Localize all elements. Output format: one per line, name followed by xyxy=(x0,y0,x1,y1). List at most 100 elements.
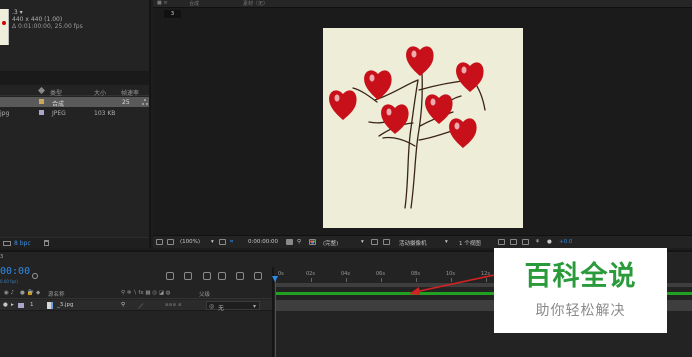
monitor-icon[interactable] xyxy=(167,239,174,245)
viewer-tab-bar: ■ ≡ 合成 素材（无） xyxy=(153,0,692,8)
shy-layers-icon[interactable] xyxy=(203,272,211,280)
item-type: JPEG xyxy=(52,110,66,117)
viewer-footer-bar: (100%) ▾ ⌗ 0:00:00:00 ⚲ (完整) ▾ 活动摄像机 ▾ 1… xyxy=(153,235,692,248)
column-size[interactable]: 大小 xyxy=(94,88,106,97)
interpret-footage-icon[interactable] xyxy=(3,241,11,246)
label-column-icon[interactable] xyxy=(37,86,46,95)
column-number: # xyxy=(29,290,34,296)
switches-icon[interactable]: ⚲ ✲ ∖ fx ▦ ◎ ◪ ◍ xyxy=(121,290,171,296)
project-item-comp[interactable]: 合成 25 xyxy=(0,97,149,108)
snapshot-icon[interactable] xyxy=(286,239,293,245)
resolution-dropdown[interactable]: (完整) xyxy=(323,239,338,247)
camera-dropdown[interactable]: 活动摄像机 xyxy=(399,239,427,247)
show-snapshot-icon[interactable]: ⚲ xyxy=(297,239,301,245)
layer-name[interactable]: _3.jpg xyxy=(57,302,74,308)
project-search-input[interactable] xyxy=(0,71,149,85)
region-of-interest-icon[interactable] xyxy=(371,239,378,245)
parent-dropdown[interactable]: ◎ 无 ▾ xyxy=(206,301,260,312)
watermark-logo: 百科全说 助你轻松解决 xyxy=(494,248,667,333)
fast-preview-icon[interactable] xyxy=(510,239,517,245)
comp-duration: Δ 0:01:00:00, 25.00 fps xyxy=(12,23,83,30)
item-name: jpg xyxy=(0,110,10,117)
playhead-handle[interactable] xyxy=(272,276,278,282)
comp-breadcrumb[interactable]: 3 xyxy=(164,10,181,18)
column-parent[interactable]: 父级 xyxy=(199,290,210,298)
layer-column-header: ◉ ♪ ● 🔒 ◆ # 源名称 ⚲ ✲ ∖ fx ▦ ◎ ◪ ◍ 父级 xyxy=(0,288,272,299)
visibility-icon[interactable]: ● xyxy=(3,302,8,308)
comp-name[interactable]: .3 ▾ xyxy=(12,9,23,16)
color-channels-icon[interactable] xyxy=(309,239,316,245)
viewer-timecode[interactable]: 0:00:00:00 xyxy=(248,239,278,245)
viewer-tab-comp[interactable]: 合成 xyxy=(189,0,199,7)
project-column-header: 类型 大小 帧速率 xyxy=(0,86,149,97)
column-source-name[interactable]: 源名称 xyxy=(48,290,65,298)
tick-mark xyxy=(381,278,382,282)
timeline-tab[interactable]: 3 xyxy=(0,254,3,260)
exposure-value[interactable]: +0.0 xyxy=(559,239,572,245)
column-framerate[interactable]: 帧速率 xyxy=(121,88,139,97)
timeline-fps: 0.00 fps) xyxy=(0,279,18,284)
label-column-icon[interactable]: ◆ xyxy=(36,290,40,296)
label-swatch xyxy=(39,110,44,115)
timeline-timecode[interactable]: 00:00 xyxy=(0,267,30,277)
watermark-title: 百科全说 xyxy=(524,261,637,292)
always-preview-icon[interactable] xyxy=(156,239,163,245)
comp-mini-flowchart-icon[interactable] xyxy=(166,272,174,280)
item-framerate: 25 xyxy=(122,99,130,106)
label-swatch xyxy=(39,99,44,104)
shy-switch-icon[interactable]: ⚲ xyxy=(121,302,125,308)
toggle-pixel-aspect-icon[interactable] xyxy=(498,239,505,245)
chevron-down-icon[interactable]: ▾ xyxy=(211,239,214,245)
parent-value: 无 xyxy=(218,305,225,312)
flowchart-icon[interactable]: ⚘ xyxy=(535,239,540,245)
exposure-reset-icon[interactable]: ● xyxy=(547,239,552,245)
layer-label-color[interactable] xyxy=(18,303,24,308)
zoom-dropdown[interactable]: (100%) xyxy=(180,239,200,245)
draft-3d-icon[interactable] xyxy=(184,272,192,280)
comp-dimensions: 440 x 440 (1.00) xyxy=(12,16,63,23)
ruler-tick: 02s xyxy=(306,271,315,277)
column-type[interactable]: 类型 xyxy=(50,88,62,97)
item-size: 103 KB xyxy=(94,110,116,117)
grid-icon[interactable]: ⌗ xyxy=(230,239,233,246)
bpc-toggle[interactable]: 8 bpc xyxy=(14,240,31,247)
watermark-subtitle: 助你轻松解决 xyxy=(535,303,626,319)
graph-editor-icon[interactable] xyxy=(254,272,262,280)
av-features-icon[interactable]: ◉ ♪ xyxy=(4,290,14,296)
item-type: 合成 xyxy=(52,101,65,108)
layer-number: 1 xyxy=(30,302,34,308)
ruler-tick: 0s xyxy=(278,271,284,277)
search-icon[interactable] xyxy=(32,273,38,279)
expand-arrow-icon[interactable]: ▸ xyxy=(11,302,14,308)
cherry-tree-image xyxy=(329,46,486,209)
playhead-line[interactable] xyxy=(275,276,276,357)
views-dropdown[interactable]: 1 个视图 xyxy=(459,239,481,247)
chevron-down-icon: ▾ xyxy=(253,303,257,310)
flowchart-icon[interactable] xyxy=(142,99,148,105)
transparency-grid-icon[interactable] xyxy=(383,239,390,245)
comp-thumbnail xyxy=(0,9,9,45)
layer-row[interactable]: ● ▸ 1 _3.jpg ⚲ ／ ▪▪▪ ▪ ◎ 无 ▾ xyxy=(0,300,272,312)
image-file-icon xyxy=(47,302,53,309)
composition-viewer: ■ ≡ 合成 素材（无） 3 (100%) ▾ ⌗ 0:00:00:00 ⚲ (… xyxy=(153,0,692,248)
chevron-down-icon[interactable]: ▾ xyxy=(445,239,448,245)
fit-icon[interactable] xyxy=(219,239,226,245)
chevron-down-icon[interactable]: ▾ xyxy=(361,239,364,245)
switch-boxes[interactable]: ▪▪▪ ▪ xyxy=(165,302,182,308)
ruler-tick: 04s xyxy=(341,271,350,277)
frame-blending-icon[interactable] xyxy=(218,272,226,280)
lock-icon[interactable]: ■ ≡ xyxy=(157,0,168,6)
composition-canvas[interactable] xyxy=(323,28,523,228)
project-item-jpeg[interactable]: jpg JPEG 103 KB xyxy=(0,108,149,118)
project-footer: 8 bpc xyxy=(0,237,149,248)
pickwhip-icon[interactable]: ◎ xyxy=(209,303,214,310)
tick-mark xyxy=(346,278,347,282)
ruler-tick: 06s xyxy=(376,271,385,277)
project-panel: .3 ▾ 440 x 440 (1.00) Δ 0:01:00:00, 25.0… xyxy=(0,0,151,248)
timeline-link-icon[interactable] xyxy=(522,239,529,245)
motion-blur-icon[interactable] xyxy=(236,272,244,280)
quality-switch-icon[interactable]: ／ xyxy=(138,302,144,310)
viewer-tab-footage[interactable]: 素材（无） xyxy=(243,0,268,7)
trash-icon[interactable] xyxy=(44,240,49,246)
tick-mark xyxy=(311,278,312,282)
